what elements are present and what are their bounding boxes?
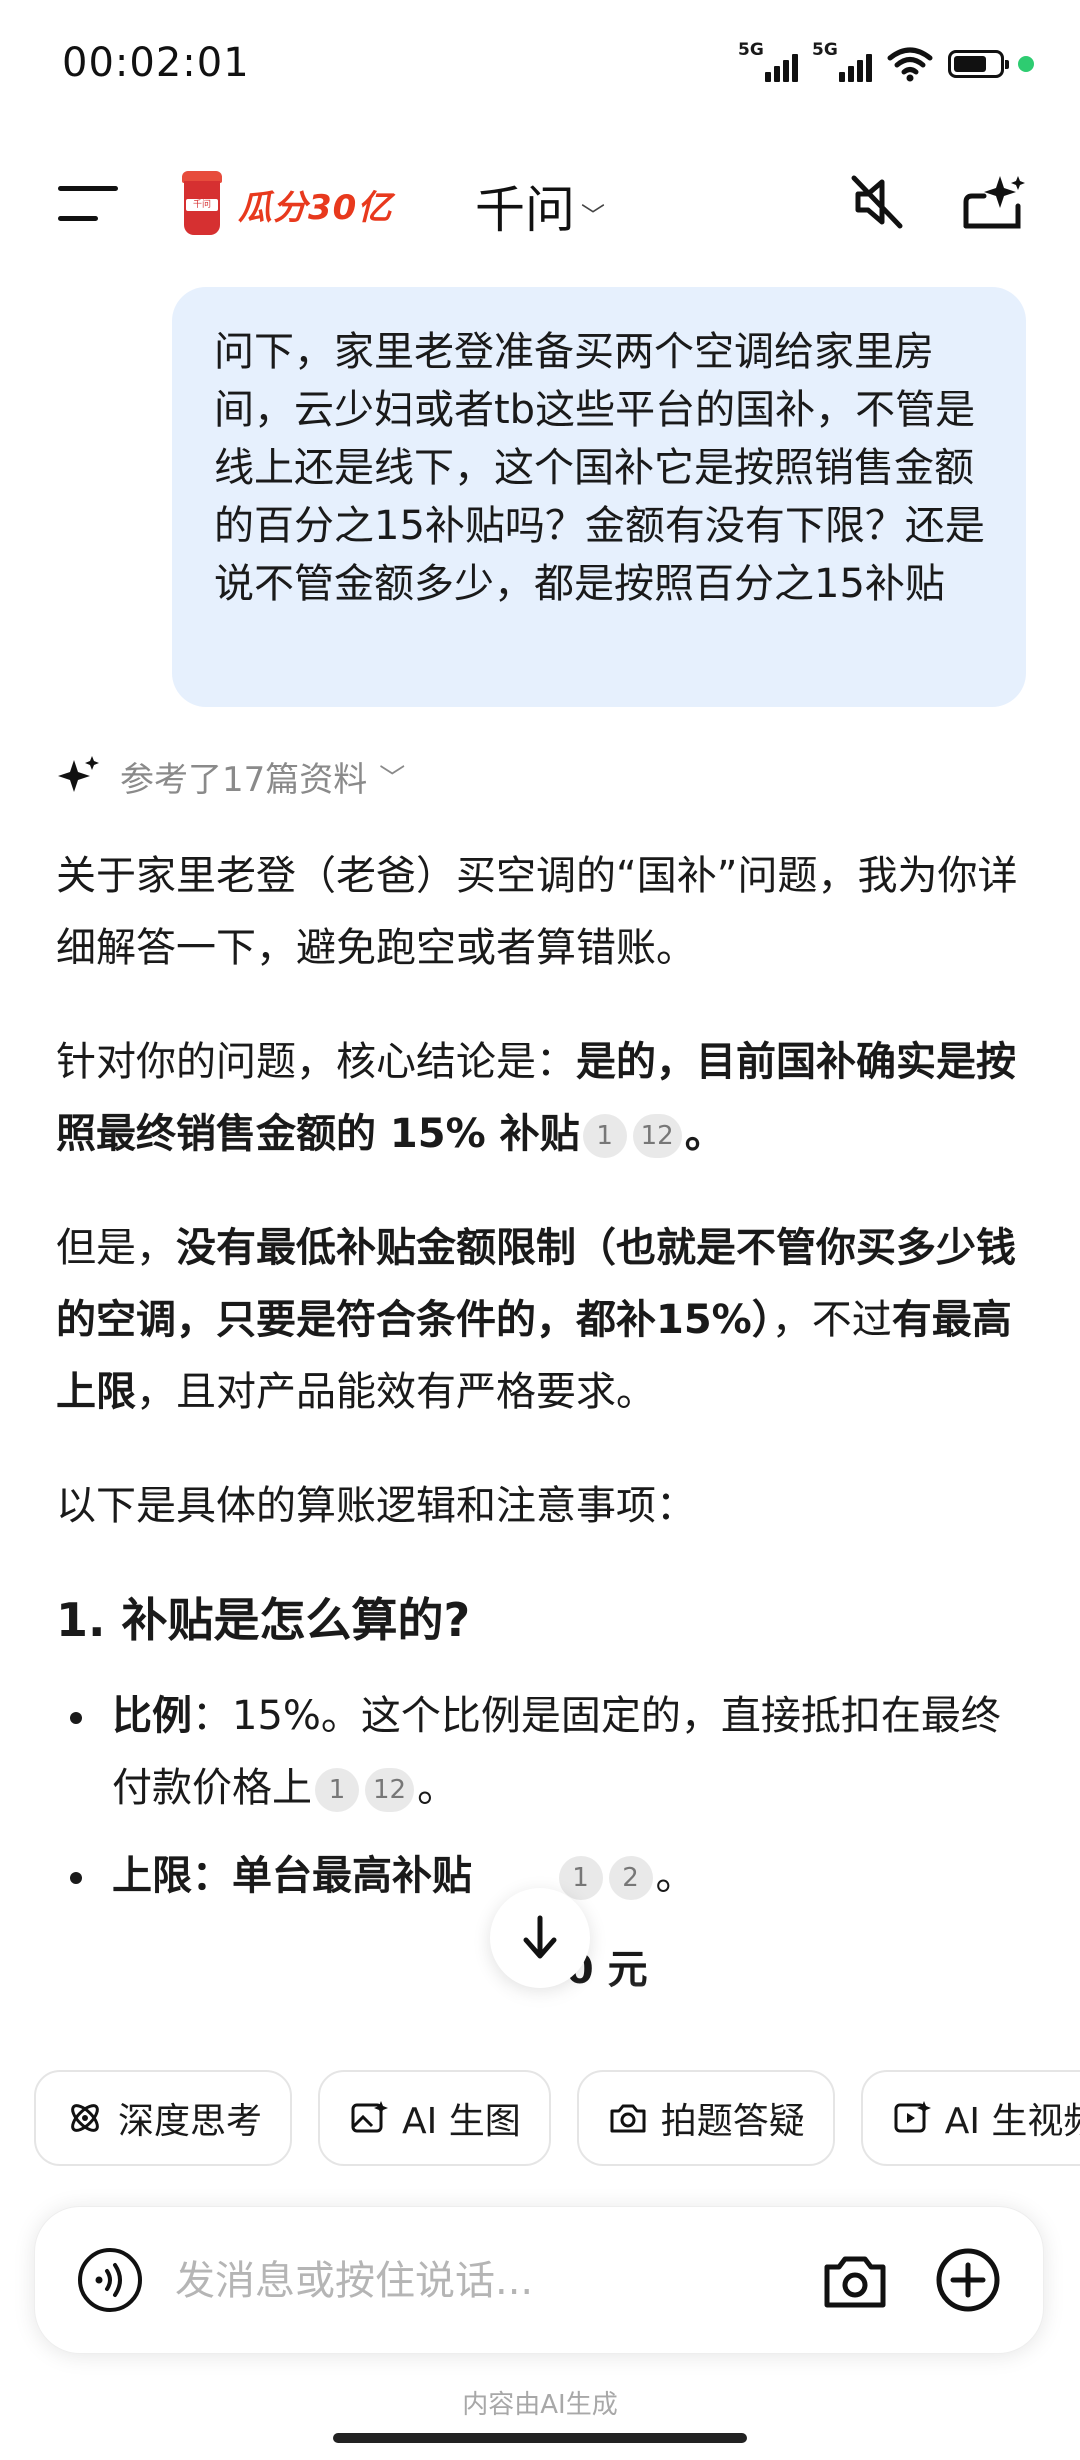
chip-ai-video[interactable]: AI 生视频	[860, 2070, 1080, 2166]
list-item: 比例：15%。这个比例是固定的，直接抵扣在最终付款价格上 1 12。	[56, 1680, 1034, 1824]
camera-icon	[824, 2256, 886, 2308]
quick-action-chips: 深度思考 AI 生图 拍题答疑 AI 生视频	[34, 2070, 1080, 2166]
image-gen-icon	[351, 2101, 389, 2133]
citation-badge[interactable]: 2	[608, 1856, 653, 1900]
video-gen-icon	[894, 2101, 931, 2133]
answer-paragraph: 但是，没有最低补贴金额限制（也就是不管你买多少钱的空调，只要是符合条件的，都补1…	[56, 1225, 1016, 1415]
section-heading: 1. 补贴是怎么算的?	[56, 1593, 471, 1647]
citation-badge[interactable]: 12	[365, 1768, 415, 1812]
cellular-signal-icon: 5G	[738, 40, 798, 86]
answer-paragraph: 关于家里老登（老爸）买空调的“国补”问题，我为你详细解答一下，避免跑空或者算错账…	[56, 853, 1018, 971]
citation-badge[interactable]: 1	[315, 1768, 359, 1812]
assistant-answer: 关于家里老登（老爸）买空调的“国补”问题，我为你详细解答一下，避免跑空或者算错账…	[56, 840, 1034, 1912]
status-icons: 5G 5G	[738, 40, 1034, 86]
chevron-down-icon: ﹀	[581, 202, 605, 230]
answer-paragraph: 针对你的问题，核心结论是：是的，目前国补确实是按照最终销售金额的 15% 补贴 1…	[56, 1039, 1016, 1158]
sources-label: 参考了17篇资料	[120, 760, 368, 800]
privacy-indicator-dot	[1018, 56, 1034, 72]
atom-icon	[71, 2104, 99, 2132]
ai-disclaimer: 内容由AI生成	[462, 2390, 618, 2420]
sources-toggle[interactable]: 参考了17篇资料 ﹀	[56, 752, 405, 801]
sparkle-icon	[58, 755, 99, 792]
chip-ai-image[interactable]: AI 生图	[318, 2070, 551, 2166]
new-chat-button[interactable]	[960, 172, 1026, 232]
plus-button[interactable]	[935, 2247, 1001, 2313]
citation-badge[interactable]: 1	[558, 1856, 603, 1900]
voice-button[interactable]	[77, 2247, 143, 2313]
user-message-bubble: 问下，家里老登准备买两个空调给家里房间，云少妇或者tb这些平台的国补，不管是线上…	[172, 287, 1026, 707]
new-chat-sparkle-icon	[963, 176, 1025, 229]
battery-icon	[948, 50, 1009, 78]
status-time: 00:02:01	[62, 40, 250, 86]
plus-circle-icon	[936, 2248, 1000, 2312]
arrow-down-icon	[523, 1915, 557, 1959]
content-fade	[0, 1980, 1080, 2060]
home-indicator[interactable]	[333, 2433, 747, 2443]
message-input[interactable]	[173, 2249, 817, 2313]
voice-wave-icon	[78, 2248, 142, 2312]
message-input-bar	[34, 2206, 1044, 2354]
chip-photo-question[interactable]: 拍题答疑	[576, 2070, 835, 2166]
scroll-to-bottom-button[interactable]	[490, 1888, 590, 1988]
citation-badge[interactable]: 1	[582, 1114, 627, 1158]
wifi-icon	[887, 47, 933, 82]
chevron-down-icon: ﹀	[379, 764, 406, 794]
mute-button[interactable]	[848, 172, 908, 232]
citation-badge[interactable]: 12	[632, 1114, 682, 1158]
page-title: 千问	[475, 181, 575, 239]
camera-button[interactable]	[823, 2251, 887, 2311]
camera-question-icon	[610, 2104, 646, 2133]
cellular-signal-icon: 5G	[812, 40, 872, 86]
speaker-muted-icon	[851, 175, 903, 229]
answer-paragraph: 以下是具体的算账逻辑和注意事项：	[56, 1483, 696, 1529]
model-selector[interactable]: 千问 ﹀	[0, 170, 1080, 242]
chip-deep-think[interactable]: 深度思考	[34, 2070, 293, 2166]
